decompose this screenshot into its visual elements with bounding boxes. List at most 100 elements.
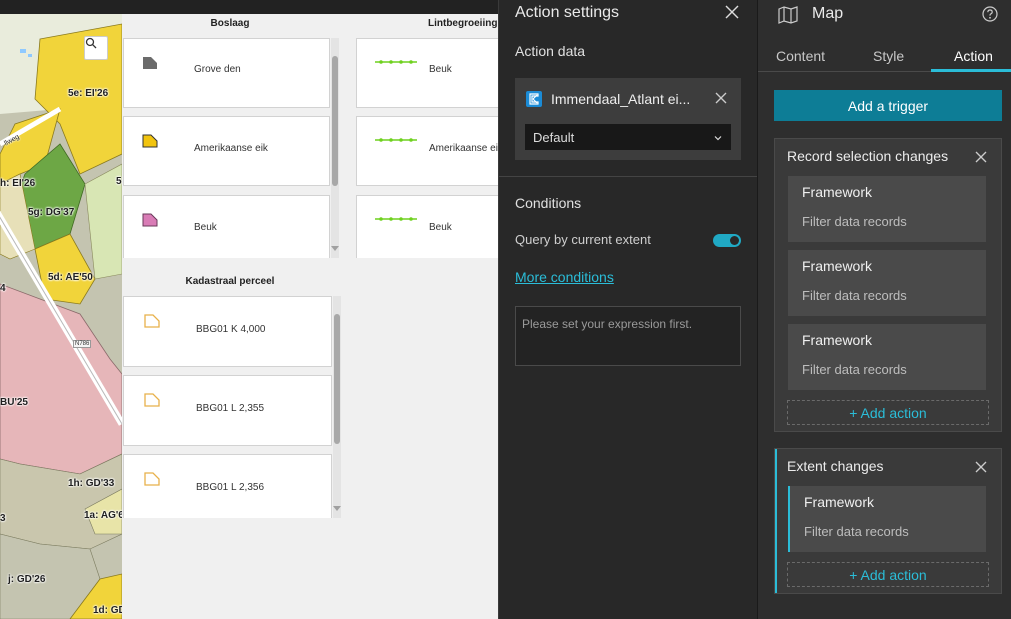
tab-style[interactable]: Style [873, 48, 904, 64]
action-title: Framework [802, 258, 873, 274]
map-label: BU'25 [0, 397, 28, 408]
map-search-button[interactable] [84, 36, 108, 60]
scrollbar-thumb[interactable] [332, 56, 338, 186]
legend-item-label: Grove den [194, 64, 241, 75]
action-item[interactable]: Framework Filter data records [788, 324, 986, 390]
legend-item-label: BBG01 L 2,355 [196, 403, 265, 414]
line-swatch-icon [375, 60, 417, 64]
legend-group-title: Kadastraal perceel [185, 276, 275, 287]
datasource-view-select[interactable]: Default [525, 124, 731, 150]
polygon-swatch-icon [144, 393, 160, 407]
remove-datasource-icon[interactable] [715, 92, 727, 104]
polygon-swatch-icon [143, 57, 157, 69]
legend-group-title: Lintbegroeiing [428, 18, 498, 29]
action-title: Framework [802, 184, 873, 200]
tab-content[interactable]: Content [776, 48, 825, 64]
legend-item-label: BBG01 L 2,356 [196, 482, 265, 493]
map-label: 1a: AG'6 [84, 510, 122, 521]
legend-group-title: Boslaag [210, 18, 250, 29]
add-action-button[interactable]: + Add action [787, 400, 989, 425]
action-item[interactable]: Framework Filter data records [788, 250, 986, 316]
map-label: j: GD'26 [8, 574, 46, 585]
action-subtitle: Filter data records [802, 362, 907, 377]
search-icon [85, 37, 97, 49]
legend-item-label: Beuk [194, 222, 217, 233]
action-title: Framework [802, 332, 873, 348]
legend-item[interactable]: Beuk [356, 195, 498, 258]
scrollbar-thumb[interactable] [334, 314, 340, 444]
map-view[interactable]: 5e: EI'26 5g: DG'37 h: EI'26 5d: AE'50 B… [0, 14, 122, 619]
legend-item[interactable]: Beuk [123, 195, 330, 258]
help-icon[interactable] [982, 6, 998, 22]
legend-item-label: Beuk [429, 64, 452, 75]
datasource-name: Immendaal_Atlant ei... [551, 91, 691, 107]
legend-item[interactable]: BBG01 L 2,355 [123, 375, 332, 446]
legend-item-label: Amerikaanse eik [194, 143, 268, 154]
trigger-title: Extent changes [787, 458, 884, 474]
legend-item[interactable]: Grove den [123, 38, 330, 108]
action-subtitle: Filter data records [802, 214, 907, 229]
map-label: 5e: EI'26 [68, 88, 109, 99]
road-label: N786 [73, 340, 92, 348]
map-label: 5d: AE'50 [48, 272, 93, 283]
legend-item-label: Beuk [429, 222, 452, 233]
legend-scrollbar[interactable] [333, 296, 341, 518]
chevron-down-icon [714, 136, 722, 141]
close-icon[interactable] [975, 461, 987, 473]
legend-item-label: Amerikaanse eik [429, 143, 503, 154]
action-item[interactable]: Framework Filter data records [788, 176, 986, 242]
map-label: 3 [0, 513, 6, 524]
section-divider [499, 176, 758, 177]
trigger-card: Record selection changes Framework Filte… [774, 138, 1002, 432]
map-label: 4 [0, 283, 6, 294]
action-title: Framework [804, 494, 875, 510]
map-label: 1d: GD [93, 605, 122, 616]
datasource-card: Immendaal_Atlant ei... Default [515, 78, 741, 160]
legend-item[interactable]: BBG01 L 2,356 [123, 454, 332, 518]
query-extent-toggle[interactable] [713, 234, 741, 247]
line-swatch-icon [375, 217, 417, 221]
legend-scrollbar[interactable] [331, 38, 339, 258]
feature-layer-icon [526, 91, 542, 107]
legend-item-label: BBG01 K 4,000 [196, 324, 266, 335]
map-label: 1h: GD'33 [68, 478, 115, 489]
tab-action[interactable]: Action [954, 48, 993, 64]
scroll-down-icon[interactable] [331, 246, 339, 251]
conditions-heading: Conditions [515, 195, 582, 211]
select-value: Default [533, 130, 575, 145]
trigger-title: Record selection changes [787, 148, 949, 164]
polygon-swatch-icon [142, 213, 158, 227]
top-dark-strip [0, 0, 498, 14]
legend-item[interactable]: Beuk [356, 38, 498, 108]
legend-item[interactable]: Amerikaanse eik [356, 116, 503, 186]
trigger-card: Extent changes Framework Filter data rec… [774, 448, 1002, 594]
map-canvas[interactable] [0, 14, 122, 619]
legend-item[interactable]: BBG01 K 4,000 [123, 296, 332, 367]
close-icon[interactable] [724, 4, 740, 20]
map-settings-panel: Map Content Style Action Add a trigger R… [757, 0, 1011, 619]
scroll-down-icon[interactable] [333, 506, 341, 511]
toggle-knob [730, 236, 739, 245]
selected-indicator [775, 449, 777, 593]
polygon-swatch-icon [144, 314, 160, 328]
action-subtitle: Filter data records [804, 524, 909, 539]
action-data-heading: Action data [515, 43, 586, 59]
add-action-button[interactable]: + Add action [787, 562, 989, 587]
map-label: h: EI'26 [0, 178, 36, 189]
add-trigger-button[interactable]: Add a trigger [774, 90, 1002, 121]
active-tab-indicator [931, 69, 1011, 72]
action-item[interactable]: Framework Filter data records [788, 486, 986, 552]
line-swatch-icon [375, 138, 417, 142]
close-icon[interactable] [975, 151, 987, 163]
expression-box[interactable]: Please set your expression first. [515, 306, 741, 366]
map-label: 5g: DG'37 [28, 207, 75, 218]
panel-title: Action settings [515, 4, 620, 21]
settings-tabs: Content Style Action [758, 40, 1011, 72]
panel-title: Map [812, 5, 844, 22]
map-icon [778, 6, 798, 24]
map-label: 5 [116, 176, 122, 187]
action-subtitle: Filter data records [802, 288, 907, 303]
more-conditions-link[interactable]: More conditions [515, 269, 614, 285]
query-extent-label: Query by current extent [515, 232, 651, 247]
legend-item[interactable]: Amerikaanse eik [123, 116, 330, 186]
